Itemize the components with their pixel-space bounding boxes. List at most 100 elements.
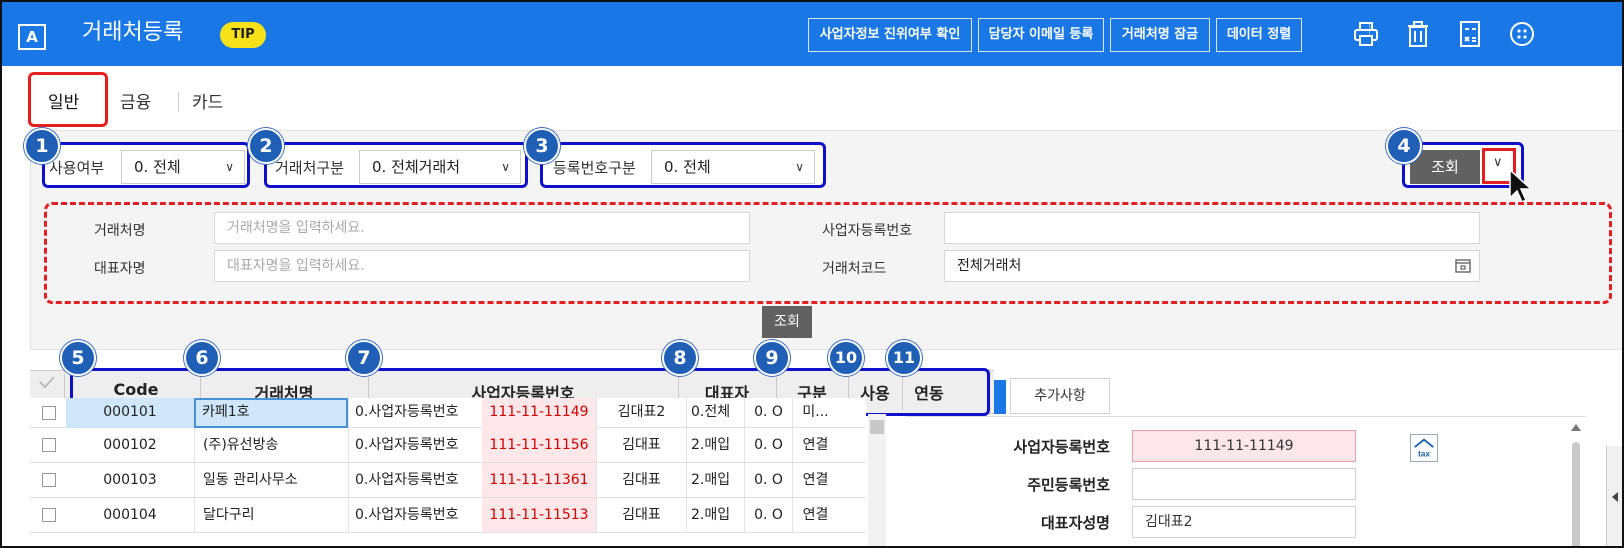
app-header: A 거래처등록 TIP 사업자정보 진위여부 확인 담당자 이메일 등록 거래처…	[2, 2, 1622, 66]
app-logo: A	[18, 24, 46, 50]
row-checkbox[interactable]	[42, 438, 56, 452]
step-badge-7: 7	[346, 340, 382, 376]
tab-general[interactable]: 일반	[48, 88, 79, 113]
row-checkbox[interactable]	[42, 508, 56, 522]
cell-name: 일동 관리사무소	[194, 463, 348, 497]
panel-scrollbar[interactable]	[1568, 420, 1584, 546]
step-badge-1: 1	[24, 128, 60, 164]
type-select-value: 0. 전체거래처	[372, 158, 461, 176]
cell-rep: 김대표	[596, 463, 686, 497]
use-select[interactable]: 0. 전체 ∨	[121, 150, 245, 184]
rep-input[interactable]: 대표자명을 입력하세요.	[214, 250, 750, 282]
cell-type: 0.사업자등록번호	[348, 498, 482, 532]
cell-name: (주)유선방송	[194, 428, 348, 462]
bizno-input[interactable]	[944, 212, 1480, 244]
cell-bizno: 111-11-11361	[482, 463, 596, 497]
panel-bizno-input[interactable]: 111-11-11149	[1132, 430, 1356, 462]
cell-code: 000103	[103, 472, 157, 488]
trash-icon[interactable]	[1404, 20, 1432, 48]
chevron-down-icon: ∨	[1493, 155, 1503, 170]
panel-rep-label: 대표자성명	[1040, 514, 1110, 532]
chevron-down-icon: ∨	[225, 160, 234, 174]
cell-code: 000104	[103, 507, 157, 523]
chevron-down-icon: ∨	[501, 160, 510, 174]
reg-filter: 등록번호구분 0. 전체 ∨	[540, 142, 826, 188]
type-filter-label: 거래처구분	[275, 159, 345, 177]
verify-business-button[interactable]: 사업자정보 진위여부 확인	[808, 18, 972, 52]
cell-link: 미...	[792, 398, 838, 428]
tab-card[interactable]: 카드	[192, 88, 223, 113]
query-button[interactable]: 조회	[1410, 150, 1480, 184]
chevron-left-icon	[1612, 492, 1618, 502]
table-row[interactable]: 000102 (주)유선방송 0.사업자등록번호 111-11-11156 김대…	[30, 428, 866, 463]
step-badge-2: 2	[248, 128, 284, 164]
chevron-down-icon: ∨	[795, 160, 804, 174]
lock-name-button[interactable]: 거래처명 잠금	[1110, 18, 1210, 52]
cursor-icon	[1509, 168, 1533, 204]
cell-name: 달다구리	[194, 498, 348, 532]
tip-button[interactable]: TIP	[220, 22, 266, 48]
grid-scroll-thumb[interactable]	[870, 420, 884, 434]
cell-link: 연결	[792, 498, 838, 532]
tab-divider	[178, 92, 179, 112]
step-badge-4: 4	[1386, 128, 1422, 164]
cell-rep: 김대표	[596, 428, 686, 462]
panel-scroll-thumb[interactable]	[1572, 442, 1580, 546]
scroll-up-icon[interactable]	[1571, 424, 1581, 431]
more-icon[interactable]	[1508, 20, 1536, 48]
tab-finance[interactable]: 금융	[120, 88, 151, 113]
table-row[interactable]: 000104 달다구리 0.사업자등록번호 111-11-11513 김대표 2…	[30, 498, 866, 533]
cell-link: 연결	[792, 463, 838, 497]
cell-type: 0.사업자등록번호	[348, 428, 482, 462]
center-query-button[interactable]: 조회	[762, 306, 812, 338]
type-select[interactable]: 0. 전체거래처 ∨	[359, 150, 521, 184]
code-lookup-icon[interactable]	[1455, 258, 1471, 274]
calculator-icon[interactable]	[1456, 20, 1484, 48]
use-filter-label: 사용여부	[49, 159, 105, 177]
cell-category: 2.매입	[686, 498, 744, 532]
tab-additional[interactable]: 추가사항	[1010, 378, 1110, 414]
cell-code: 000102	[103, 437, 157, 453]
panel-resident-label: 주민등록번호	[1027, 476, 1110, 494]
step-badge-10: 10	[828, 340, 864, 376]
bizno-label: 사업자등록번호	[822, 223, 913, 239]
cell-use: 0. O	[744, 463, 792, 497]
code-label: 거래처코드	[822, 261, 887, 277]
use-filter: 사용여부 0. 전체 ∨	[42, 142, 250, 188]
page-title: 거래처등록	[82, 20, 184, 45]
name-input[interactable]: 거래처명을 입력하세요.	[214, 212, 750, 244]
svg-text:tax: tax	[1418, 448, 1430, 458]
table-row[interactable]: 000103 일동 관리사무소 0.사업자등록번호 111-11-11361 김…	[30, 463, 866, 498]
panel-bizno-label: 사업자등록번호	[1013, 438, 1110, 456]
cell-code: 000101	[66, 398, 194, 428]
select-all-checkbox[interactable]	[36, 372, 58, 392]
reg-select[interactable]: 0. 전체 ∨	[651, 150, 815, 184]
cell-link: 연결	[792, 428, 838, 462]
row-checkbox[interactable]	[42, 406, 56, 420]
table-row[interactable]: 000101 카페1호 0.사업자등록번호 111-11-11149 김대표2 …	[30, 398, 866, 428]
name-label: 거래처명	[94, 223, 146, 239]
cell-type: 0.사업자등록번호	[348, 398, 482, 428]
reg-select-value: 0. 전체	[664, 158, 711, 176]
cell-use: 0. O	[744, 428, 792, 462]
cell-category: 0.전체	[686, 398, 744, 428]
print-icon[interactable]	[1352, 20, 1380, 48]
use-select-value: 0. 전체	[134, 158, 181, 176]
manager-email-button[interactable]: 담당자 이메일 등록	[978, 18, 1104, 52]
panel-rep-input[interactable]: 김대표2	[1132, 506, 1356, 538]
side-tab-indicator	[994, 380, 1006, 414]
cell-use: 0. O	[744, 398, 792, 428]
type-filter: 거래처구분 0. 전체거래처 ∨	[264, 142, 528, 188]
row-checkbox[interactable]	[42, 473, 56, 487]
sort-data-button[interactable]: 데이터 정렬	[1216, 18, 1302, 52]
grid-scrollbar[interactable]	[868, 414, 886, 546]
cell-category: 2.매입	[686, 463, 744, 497]
panel-resident-input[interactable]	[1132, 468, 1356, 500]
collapse-panel-handle[interactable]	[1606, 446, 1622, 546]
step-badge-6: 6	[184, 340, 220, 376]
step-badge-11: 11	[886, 340, 922, 376]
rep-label: 대표자명	[94, 261, 146, 277]
ntax-icon[interactable]: tax	[1410, 434, 1438, 462]
code-input[interactable]: 전체거래처	[944, 250, 1480, 282]
cell-bizno: 111-11-11149	[482, 398, 596, 428]
